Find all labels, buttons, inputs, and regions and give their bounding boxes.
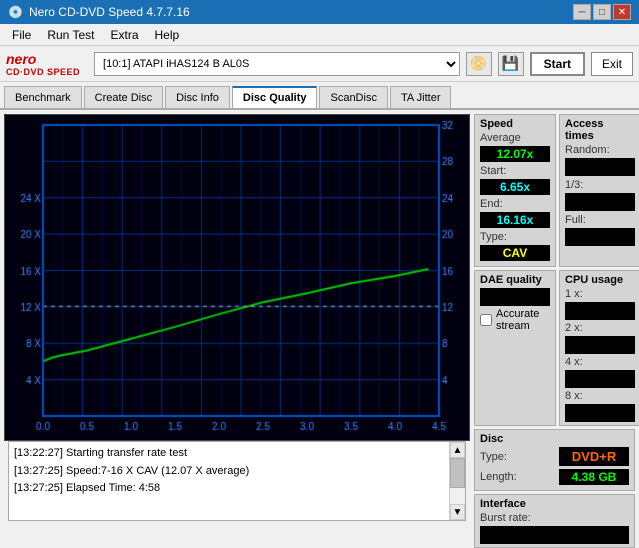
random-label: Random: <box>565 144 620 156</box>
right-panel: Speed Average 12.07x Start: 6.65x End: 1… <box>474 110 639 529</box>
toolbar: nero CD·DVD SPEED [10:1] ATAPI iHAS124 B… <box>0 46 639 82</box>
scroll-down-button[interactable]: ▼ <box>450 504 465 520</box>
avg-value: 12.07x <box>480 146 550 162</box>
cpu-2x-label: 2 x: <box>565 322 620 334</box>
one-third-value <box>565 193 635 211</box>
avg-label: Average <box>480 132 535 144</box>
log-line-2: [13:27:25] Speed:7-16 X CAV (12.07 X ave… <box>14 463 444 481</box>
log-area: [13:22:27] Starting transfer rate test [… <box>8 441 466 521</box>
scroll-up-button[interactable]: ▲ <box>450 442 465 458</box>
nero-brand-text: nero <box>6 51 36 67</box>
save-icon-button[interactable]: 💾 <box>498 52 524 76</box>
eject-icon-button[interactable]: 📀 <box>466 52 492 76</box>
one-third-label: 1/3: <box>565 179 620 191</box>
maximize-button[interactable]: □ <box>593 4 611 20</box>
tab-benchmark[interactable]: Benchmark <box>4 86 82 108</box>
menu-run-test[interactable]: Run Test <box>39 26 102 44</box>
title-bar-text: Nero CD-DVD Speed 4.7.7.16 <box>29 5 190 19</box>
nero-logo: nero CD·DVD SPEED <box>6 51 80 77</box>
disc-length-label: Length: <box>480 471 535 483</box>
full-value <box>565 228 635 246</box>
graph-container <box>4 114 470 441</box>
speed-section: Speed Average 12.07x Start: 6.65x End: 1… <box>474 114 556 267</box>
nero-product-text: CD·DVD SPEED <box>6 67 80 77</box>
interface-section: Interface Burst rate: <box>474 494 635 548</box>
app-icon: 💿 <box>8 5 23 19</box>
cpu-8x-label: 8 x: <box>565 390 620 402</box>
tab-bar: Benchmark Create Disc Disc Info Disc Qua… <box>0 82 639 110</box>
type-label: Type: <box>480 231 535 243</box>
menu-help[interactable]: Help <box>147 26 188 44</box>
cpu-8x-value <box>565 404 635 422</box>
type-value: CAV <box>480 245 550 261</box>
tab-create-disc[interactable]: Create Disc <box>84 86 163 108</box>
menu-bar: File Run Test Extra Help <box>0 24 639 46</box>
menu-file[interactable]: File <box>4 26 39 44</box>
cpu-4x-value <box>565 370 635 388</box>
window-controls: ─ □ ✕ <box>573 4 631 20</box>
accurate-stream-label: Accurate stream <box>496 308 550 332</box>
disc-length-value: 4.38 GB <box>559 469 629 485</box>
end-value: 16.16x <box>480 212 550 228</box>
graph-section: [13:22:27] Starting transfer rate test [… <box>0 110 474 529</box>
start-value: 6.65x <box>480 179 550 195</box>
dae-quality-value <box>480 288 550 306</box>
log-content: [13:22:27] Starting transfer rate test [… <box>9 442 449 520</box>
tab-scan-disc[interactable]: ScanDisc <box>319 86 387 108</box>
interface-title: Interface <box>480 498 629 510</box>
dae-quality-section: DAE quality Accurate stream <box>474 270 556 426</box>
full-label: Full: <box>565 214 620 226</box>
scroll-track[interactable] <box>450 458 465 504</box>
speed-title: Speed <box>480 118 550 130</box>
log-line-3: [13:27:25] Elapsed Time: 4:58 <box>14 480 444 498</box>
burst-rate-label: Burst rate: <box>480 512 535 524</box>
cpu-2x-value <box>565 336 635 354</box>
cpu-4x-label: 4 x: <box>565 356 620 368</box>
menu-extra[interactable]: Extra <box>102 26 146 44</box>
main-content: [13:22:27] Starting transfer rate test [… <box>0 110 639 529</box>
start-label: Start: <box>480 165 535 177</box>
tab-disc-quality[interactable]: Disc Quality <box>232 86 318 108</box>
title-bar: 💿 Nero CD-DVD Speed 4.7.7.16 ─ □ ✕ <box>0 0 639 24</box>
tab-disc-info[interactable]: Disc Info <box>165 86 230 108</box>
access-times-section: Access times Random: 1/3: Full: <box>559 114 639 267</box>
minimize-button[interactable]: ─ <box>573 4 591 20</box>
exit-button[interactable]: Exit <box>591 52 633 76</box>
cpu-usage-title: CPU usage <box>565 274 635 286</box>
log-scrollbar: ▲ ▼ <box>449 442 465 520</box>
end-label: End: <box>480 198 535 210</box>
random-value <box>565 158 635 176</box>
log-line-1: [13:22:27] Starting transfer rate test <box>14 445 444 463</box>
accurate-stream-row: Accurate stream <box>480 308 550 332</box>
drive-select[interactable]: [10:1] ATAPI iHAS124 B AL0S <box>94 52 460 76</box>
accurate-stream-checkbox[interactable] <box>480 314 492 326</box>
dae-quality-title: DAE quality <box>480 274 550 286</box>
disc-type-value: DVD+R <box>559 447 629 466</box>
cpu-1x-label: 1 x: <box>565 288 620 300</box>
disc-type-label: Type: <box>480 451 535 463</box>
start-button[interactable]: Start <box>530 52 585 76</box>
access-times-title: Access times <box>565 118 635 142</box>
disc-info-title: Disc <box>480 433 629 445</box>
scroll-thumb[interactable] <box>450 458 465 488</box>
cpu-usage-section: CPU usage 1 x: 2 x: 4 x: 8 x: <box>559 270 639 426</box>
tab-ta-jitter[interactable]: TA Jitter <box>390 86 452 108</box>
cpu-1x-value <box>565 302 635 320</box>
close-button[interactable]: ✕ <box>613 4 631 20</box>
disc-info-section: Disc Type: DVD+R Length: 4.38 GB <box>474 429 635 491</box>
